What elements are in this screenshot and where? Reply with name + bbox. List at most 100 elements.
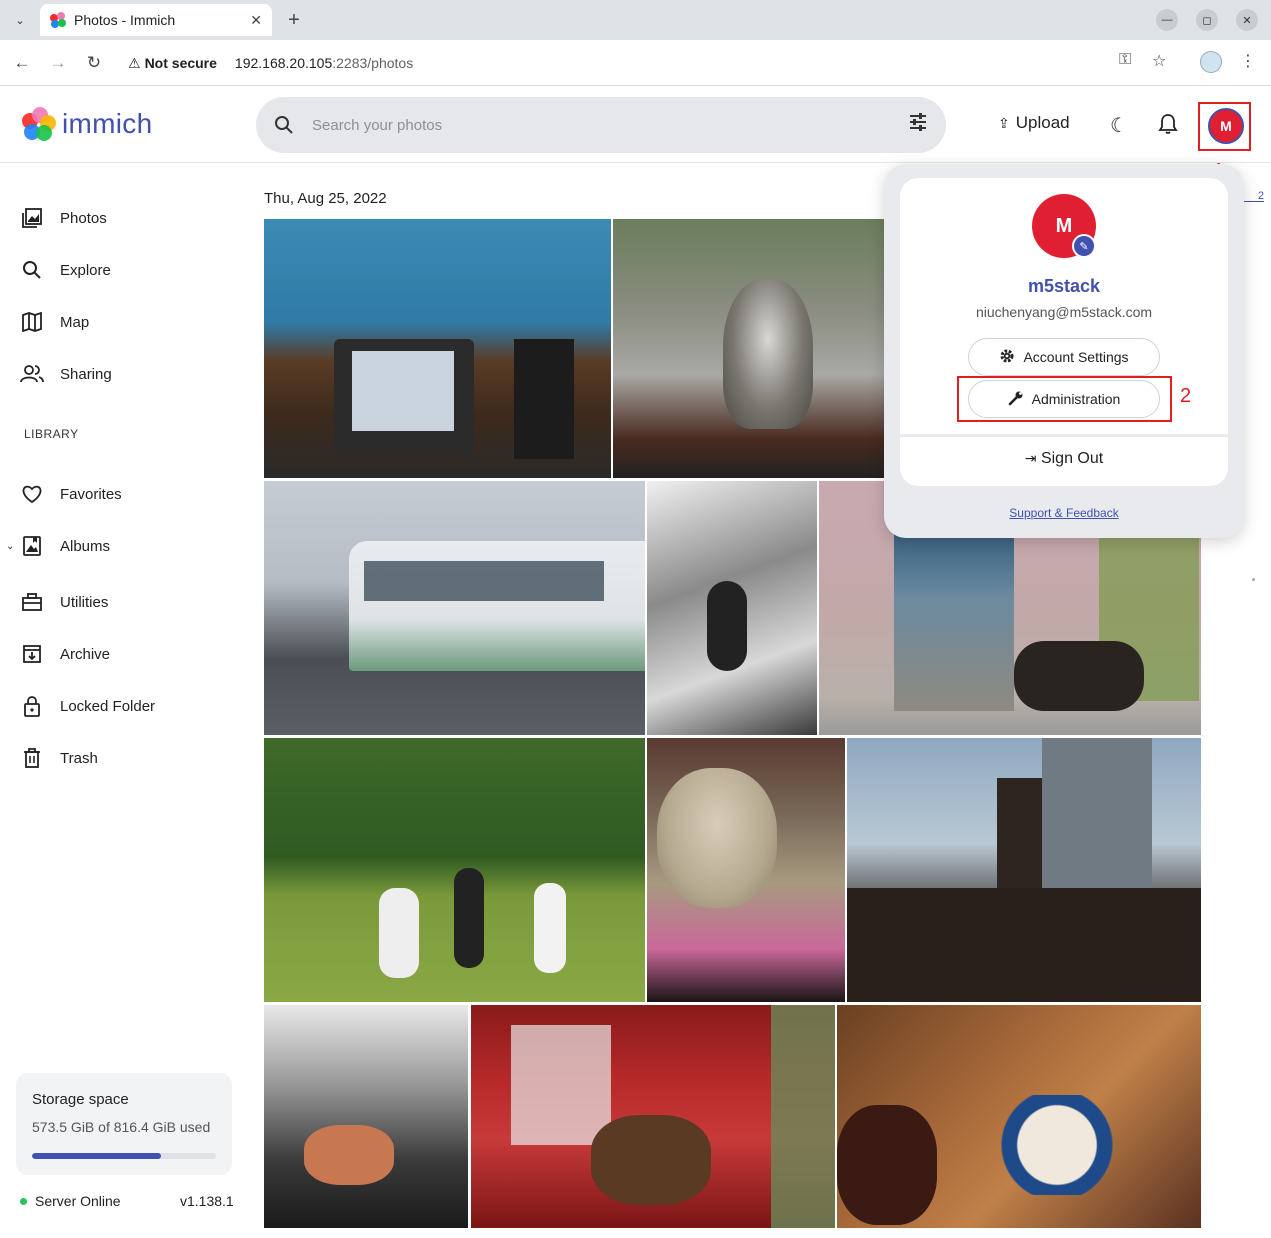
address-bar[interactable]: ⚠ Not secure 192.168.20.105:2283/photos — [118, 46, 1178, 80]
browser-toolbar: ← → ↻ ⚠ Not secure 192.168.20.105:2283/ph… — [0, 40, 1271, 86]
photo-thumbnail[interactable] — [847, 738, 1201, 1002]
server-status-label: Server Online — [35, 1193, 121, 1209]
toolbox-icon — [20, 590, 44, 614]
close-window-icon[interactable]: ✕ — [1236, 9, 1258, 31]
wrench-icon — [1008, 390, 1024, 409]
lock-icon — [20, 694, 44, 718]
sidebar-item-label: Trash — [60, 749, 98, 767]
sidebar-item-label: Locked Folder — [60, 697, 156, 715]
sidebar: Photos Explore Map Sharing LIBRARY Favor… — [0, 164, 248, 1238]
photos-icon — [20, 206, 44, 230]
storage-usage: 573.5 GiB of 816.4 GiB used — [32, 1119, 211, 1135]
url-text: 192.168.20.105:2283/photos — [234, 55, 414, 71]
photo-thumbnail[interactable] — [264, 219, 611, 478]
storage-progress-fill — [32, 1153, 162, 1159]
administration-button[interactable]: Administration — [968, 380, 1160, 418]
tab-search-chevron-icon[interactable]: ⌄ — [8, 8, 32, 32]
storage-title: Storage space — [32, 1091, 129, 1108]
browser-menu-icon[interactable]: ⋮ — [1240, 51, 1256, 71]
sidebar-item-label: Sharing — [60, 365, 112, 383]
password-key-icon[interactable]: ⚿ — [1119, 51, 1131, 69]
search-icon — [20, 258, 44, 282]
close-tab-icon[interactable]: ✕ — [250, 12, 262, 29]
warning-icon: ⚠ — [128, 54, 141, 71]
sign-out-button[interactable]: ⇥ Sign Out — [900, 450, 1228, 468]
search-bar[interactable] — [256, 97, 946, 153]
people-icon — [20, 362, 44, 386]
photo-thumbnail[interactable] — [613, 219, 884, 478]
sidebar-item-sharing[interactable]: Sharing — [0, 352, 240, 396]
immich-logo[interactable]: immich — [22, 107, 152, 141]
sidebar-item-map[interactable]: Map — [0, 300, 240, 344]
date-heading: Thu, Aug 25, 2022 — [264, 190, 387, 207]
sign-out-icon: ⇥ — [1024, 450, 1037, 466]
sidebar-item-label: Map — [60, 313, 90, 331]
support-feedback-link[interactable]: Support & Feedback — [884, 506, 1244, 520]
security-indicator[interactable]: ⚠ Not secure — [128, 55, 217, 72]
account-settings-button[interactable]: Account Settings — [968, 338, 1160, 376]
notifications-bell-icon[interactable] — [1158, 113, 1178, 141]
bookmark-star-icon[interactable]: ☆ — [1152, 51, 1166, 71]
sidebar-item-locked-folder[interactable]: Locked Folder — [0, 684, 240, 728]
upload-icon: ⇪ — [998, 114, 1010, 131]
album-icon — [20, 534, 44, 558]
administration-label: Administration — [1031, 391, 1121, 407]
photo-thumbnail[interactable] — [264, 1005, 468, 1228]
search-icon — [274, 115, 294, 135]
storage-card: Storage space 573.5 GiB of 816.4 GiB use… — [16, 1073, 232, 1175]
security-label: Not secure — [144, 55, 217, 71]
photo-thumbnail[interactable] — [647, 481, 817, 735]
upload-label: Upload — [1015, 113, 1070, 132]
archive-icon — [20, 642, 44, 666]
photo-thumbnail[interactable] — [264, 481, 645, 735]
sidebar-item-utilities[interactable]: Utilities — [0, 580, 240, 624]
sign-out-label: Sign Out — [1040, 450, 1104, 467]
new-tab-icon[interactable]: + — [282, 8, 306, 32]
library-heading: LIBRARY — [24, 427, 79, 441]
sidebar-item-trash[interactable]: Trash — [0, 736, 240, 780]
search-input[interactable] — [312, 97, 908, 153]
reload-icon[interactable]: ↻ — [82, 51, 106, 75]
chevron-down-icon[interactable]: ⌄ — [6, 541, 14, 552]
account-settings-label: Account Settings — [1023, 349, 1129, 365]
back-icon[interactable]: ← — [10, 51, 34, 75]
sidebar-item-explore[interactable]: Explore — [0, 248, 240, 292]
edit-pencil-icon[interactable]: ✎ — [1072, 234, 1096, 258]
photo-thumbnail[interactable] — [837, 1005, 1201, 1228]
app-header: immich ⇪ Upload ☾ M — [0, 87, 1271, 163]
immich-flower-icon — [22, 107, 56, 141]
photo-thumbnail[interactable] — [647, 738, 845, 1002]
sidebar-item-archive[interactable]: Archive — [0, 632, 240, 676]
menu-divider — [900, 434, 1228, 437]
status-dot-icon — [20, 1197, 27, 1205]
upload-button[interactable]: ⇪ Upload — [998, 113, 1070, 133]
version-label[interactable]: v1.138.1 — [180, 1193, 234, 1209]
sidebar-item-photos[interactable]: Photos — [0, 196, 240, 240]
user-menu-popup: M ✎ m5stack niuchenyang@m5stack.com Acco… — [884, 164, 1244, 538]
storage-progress-bar — [32, 1153, 216, 1159]
user-name: m5stack — [1027, 276, 1101, 296]
logo-text: immich — [62, 108, 153, 139]
server-status: Server Online — [20, 1193, 121, 1209]
maximize-icon[interactable]: ◻ — [1196, 9, 1218, 31]
map-icon — [20, 310, 44, 334]
sidebar-item-label: Favorites — [60, 485, 122, 503]
trash-icon — [20, 746, 44, 770]
user-menu-card: M ✎ m5stack niuchenyang@m5stack.com Acco… — [900, 178, 1228, 486]
search-filter-icon[interactable] — [908, 112, 928, 138]
browser-tab[interactable]: Photos - Immich ✕ — [40, 4, 272, 36]
sidebar-item-albums[interactable]: ⌄ Albums — [0, 524, 240, 568]
minimize-icon[interactable]: — — [1156, 9, 1178, 31]
user-email: niuchenyang@m5stack.com — [975, 304, 1153, 320]
sidebar-item-favorites[interactable]: Favorites — [0, 472, 240, 516]
sidebar-item-label: Albums — [60, 537, 111, 555]
photo-thumbnail[interactable] — [264, 738, 645, 1002]
annotation-step-2: 2 — [1180, 385, 1192, 407]
forward-icon[interactable]: → — [46, 51, 70, 75]
sidebar-item-label: Explore — [60, 261, 111, 279]
browser-profile-avatar[interactable] — [1200, 51, 1222, 73]
photo-thumbnail[interactable] — [471, 1005, 835, 1228]
gear-icon — [999, 348, 1015, 367]
user-avatar-button[interactable]: M — [1208, 108, 1244, 144]
theme-toggle-moon-icon[interactable]: ☾ — [1110, 113, 1128, 138]
